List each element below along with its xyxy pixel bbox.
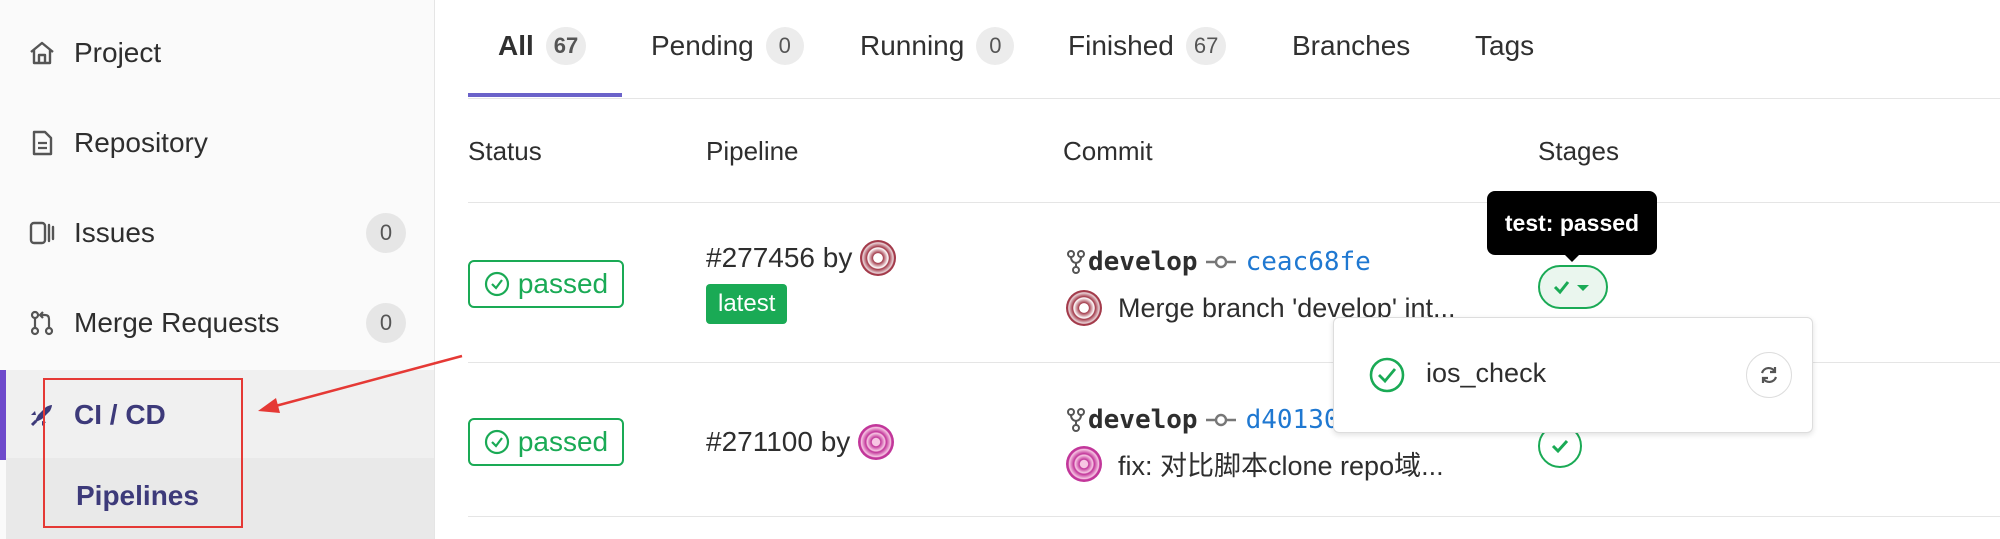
pipeline-tabs: All 67 Pending 0 Running 0 Finished 67 B… <box>468 0 2000 99</box>
avatar[interactable] <box>1066 290 1102 326</box>
retry-icon <box>1760 366 1778 384</box>
document-icon <box>26 127 58 159</box>
sidebar-item-repository[interactable]: Repository <box>0 98 434 188</box>
pipeline-link[interactable]: #277456 by <box>706 240 897 276</box>
tab-count-badge: 67 <box>1185 27 1227 65</box>
check-icon <box>1551 439 1569 454</box>
merge-requests-count-badge: 0 <box>366 303 406 343</box>
status-badge[interactable]: passed <box>468 418 624 466</box>
status-label: passed <box>517 268 609 299</box>
check-icon <box>1553 281 1589 295</box>
commit-ref: develop ceac68fe <box>1066 247 1371 277</box>
tab-pending[interactable]: Pending 0 <box>651 26 804 66</box>
annotation-arrow <box>258 354 463 413</box>
commit-message-text: fix: 对比脚本clone repo域... <box>1118 451 1444 481</box>
branch-icon <box>1067 408 1085 432</box>
branch-name[interactable]: develop <box>1088 247 1198 277</box>
merge-request-icon <box>26 307 58 339</box>
commit-ref: develop d40130 <box>1066 405 1340 435</box>
status-badge[interactable]: passed <box>468 260 624 308</box>
pipeline-link[interactable]: #271100 by <box>706 424 895 460</box>
commit-icon <box>1205 255 1236 269</box>
commit-sha[interactable]: d40130 <box>1246 405 1340 435</box>
tab-finished[interactable]: Finished 67 <box>1068 26 1227 66</box>
avatar[interactable] <box>858 424 895 460</box>
check-circle-icon <box>1369 357 1405 393</box>
sidebar-item-label: Repository <box>74 127 208 158</box>
column-header-status: Status <box>468 136 542 166</box>
latest-badge: latest <box>706 284 788 324</box>
commit-icon <box>1205 413 1236 427</box>
tab-label: Tags <box>1475 30 1535 61</box>
column-header-commit: Commit <box>1063 136 1153 166</box>
pipeline-id: #277456 by <box>706 242 853 273</box>
sidebar-item-label: Issues <box>74 217 155 248</box>
status-label: passed <box>517 426 609 457</box>
tab-label: Branches <box>1292 30 1411 61</box>
issues-icon <box>26 217 58 249</box>
tab-tags[interactable]: Tags <box>1475 26 1534 66</box>
check-circle-icon <box>484 429 509 455</box>
home-icon <box>26 37 58 69</box>
branch-icon <box>1067 250 1085 274</box>
tab-branches[interactable]: Branches <box>1292 26 1410 66</box>
tab-label: Finished <box>1068 30 1174 61</box>
tab-count-badge: 0 <box>976 27 1015 65</box>
sidebar-item-issues[interactable]: Issues 0 <box>0 188 434 278</box>
tab-all[interactable]: All 67 <box>498 26 587 66</box>
sidebar-item-project[interactable]: Project <box>0 8 434 98</box>
annotation-highlight-box <box>43 378 243 528</box>
avatar[interactable] <box>1066 445 1102 482</box>
sidebar-item-label: Merge Requests <box>74 307 280 338</box>
column-header-pipeline: Pipeline <box>706 136 799 166</box>
tab-label: All <box>498 30 534 61</box>
branch-name[interactable]: develop <box>1088 405 1198 435</box>
table-divider <box>468 202 2000 203</box>
issues-count-badge: 0 <box>366 213 406 253</box>
active-tab-indicator <box>468 93 622 97</box>
check-circle-icon <box>484 271 509 297</box>
job-name[interactable]: ios_check <box>1426 358 1546 389</box>
tab-running[interactable]: Running 0 <box>860 26 1015 66</box>
commit-sha[interactable]: ceac68fe <box>1246 247 1371 277</box>
avatar[interactable] <box>860 240 897 276</box>
retry-button[interactable] <box>1746 352 1792 398</box>
stage-tooltip: test: passed <box>1487 191 1657 262</box>
column-header-stages: Stages <box>1538 136 1619 166</box>
stage-jobs-dropdown: ios_check <box>1333 317 1813 433</box>
tab-count-badge: 0 <box>765 27 804 65</box>
stage-button-test[interactable] <box>1538 265 1608 309</box>
sidebar-item-label: Project <box>74 37 162 68</box>
pipeline-id: #271100 by <box>706 426 851 457</box>
commit-message[interactable]: fix: 对比脚本clone repo域... <box>1066 444 1444 483</box>
tab-label: Pending <box>651 30 754 61</box>
table-divider <box>468 516 2000 517</box>
tab-label: Running <box>860 30 965 61</box>
tab-count-badge: 67 <box>545 27 587 65</box>
